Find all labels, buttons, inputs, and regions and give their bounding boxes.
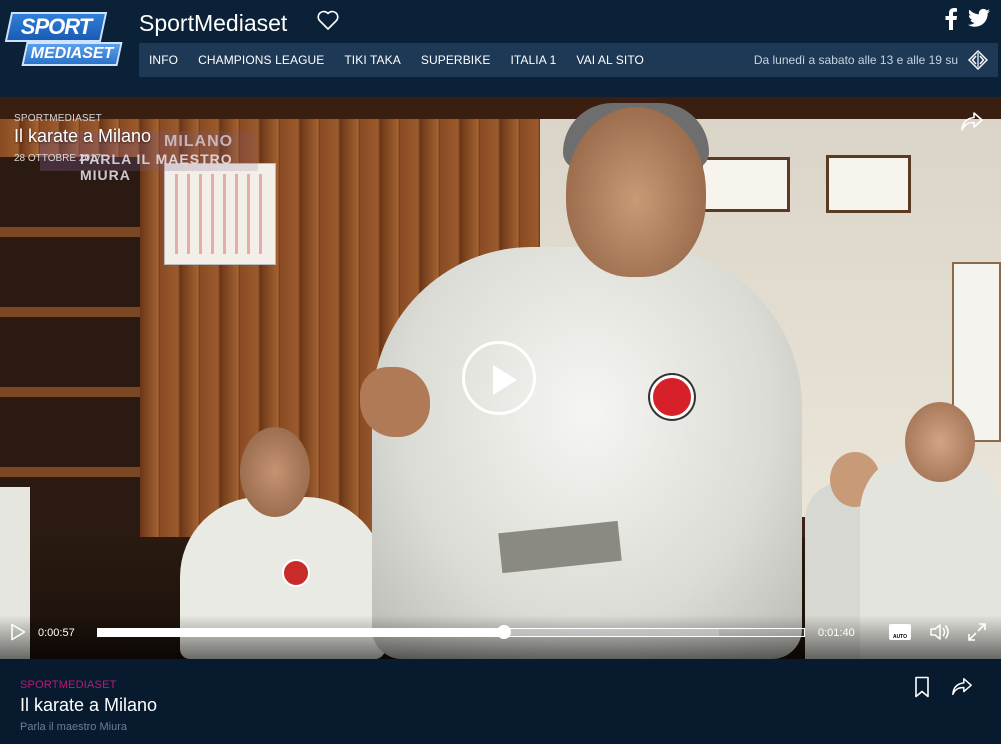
nav-item-italia-1[interactable]: ITALIA 1 <box>510 53 556 67</box>
info-title: Il karate a Milano <box>20 695 158 715</box>
logo-sport-text: SPORT <box>20 14 92 39</box>
player-controls: 0:00:57 0:01:40 AUTO <box>0 615 1001 659</box>
video-player[interactable]: MILANO PARLA IL MAESTRO MIURA SPORTMEDIA… <box>0 97 1001 659</box>
twitter-icon[interactable] <box>968 8 990 28</box>
top-navigation: INFO CHAMPIONS LEAGUE TIKI TAKA SUPERBIK… <box>139 43 998 77</box>
quality-label: AUTO <box>892 634 908 640</box>
nav-item-info[interactable]: INFO <box>149 53 178 67</box>
play-icon[interactable] <box>10 623 26 641</box>
video-title: Il karate a Milano <box>14 126 152 146</box>
logo-mediaset-text: MEDIASET <box>30 45 114 62</box>
total-time: 0:01:40 <box>818 627 855 639</box>
nav-item-vai-al-sito[interactable]: VAI AL SITO <box>576 53 644 67</box>
nav-item-superbike[interactable]: SUPERBIKE <box>421 53 491 67</box>
volume-icon[interactable] <box>929 622 951 642</box>
progress-bar[interactable] <box>97 625 805 639</box>
sportmediaset-logo[interactable]: SPORT MEDIASET <box>4 12 123 68</box>
diamond-arrows-icon[interactable] <box>968 50 988 70</box>
nav-item-tiki-taka[interactable]: TIKI TAKA <box>344 53 400 67</box>
share-icon[interactable] <box>951 676 973 698</box>
facebook-icon[interactable] <box>944 8 958 30</box>
quality-icon[interactable]: AUTO <box>889 624 911 640</box>
video-date: 28 OTTOBRE 2017 <box>14 153 102 164</box>
big-play-button[interactable] <box>462 341 536 415</box>
progress-scrubber[interactable] <box>496 625 511 639</box>
video-overline: SPORTMEDIASET <box>14 113 102 124</box>
bookmark-icon[interactable] <box>913 676 931 698</box>
burned-caption-line2: PARLA IL MAESTRO MIURA <box>80 151 233 183</box>
share-icon[interactable] <box>960 111 984 133</box>
heart-outline-icon[interactable] <box>316 8 340 32</box>
info-overline: SPORTMEDIASET <box>20 679 117 691</box>
video-info: SPORTMEDIASET Il karate a Milano Parla i… <box>0 659 1001 744</box>
broadcast-schedule: Da lunedì a sabato alle 13 e alle 19 su <box>753 53 958 67</box>
progress-played <box>98 629 504 636</box>
current-time: 0:00:57 <box>38 627 75 639</box>
info-subtitle: Parla il maestro Miura <box>20 721 127 733</box>
site-title: SportMediaset <box>139 10 288 36</box>
nav-item-champions-league[interactable]: CHAMPIONS LEAGUE <box>198 53 324 67</box>
fullscreen-icon[interactable] <box>967 622 987 642</box>
site-header: SPORT MEDIASET SportMediaset INFO CHAMPI… <box>0 0 1001 97</box>
burned-caption-line1: MILANO <box>164 133 234 150</box>
